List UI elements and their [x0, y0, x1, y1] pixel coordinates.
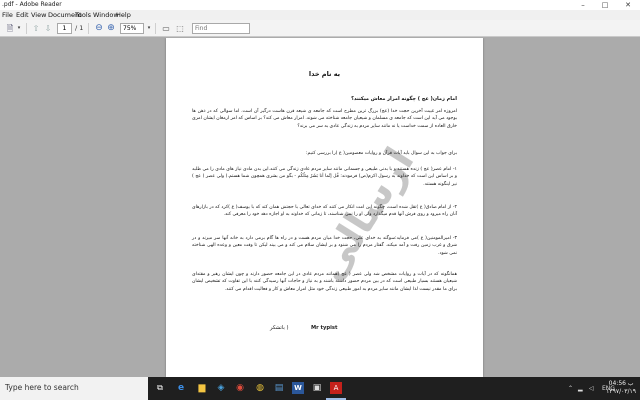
edge-browser-icon[interactable]: e [175, 382, 187, 394]
open-file-icon[interactable]: 🗎 [4, 23, 16, 34]
window-title: .pdf - Adobe Reader [2, 1, 62, 8]
toolbar: 🗎 ▾ ⇧ ⇩ 1 / 1 ⊖ ⊕ 75% ▾ ▭ ⬚ [0, 20, 640, 37]
pdf-page: ارسالی به نام خدا امام زمان( عج ) چگونه … [166, 38, 483, 377]
zoom-level-select[interactable]: 75% [120, 23, 144, 34]
clock-time: 04:56 ب [608, 380, 634, 387]
taskbar-search[interactable]: Type here to search [0, 377, 148, 400]
paragraph-intro: امروزه امر غیبت آخرین حجت خدا (عج) بزرگ … [192, 109, 457, 129]
app-icon-yellow[interactable]: ◍ [254, 382, 266, 394]
minimize-button[interactable]: – [572, 0, 594, 10]
document-viewer[interactable]: ارسالی به نام خدا امام زمان( عج ) چگونه … [0, 38, 640, 377]
fit-width-icon[interactable]: ⬚ [174, 23, 186, 34]
search-placeholder: Type here to search [5, 383, 79, 392]
question-title: امام زمان( عج ) چگونه امرار معاش میکنند؟ [351, 96, 457, 102]
find-box[interactable] [192, 23, 250, 34]
title-bar: .pdf - Adobe Reader – □ ✕ [0, 0, 640, 10]
menu-edit[interactable]: Edit [16, 10, 29, 20]
menu-help[interactable]: Help [116, 10, 131, 20]
file-explorer-icon[interactable]: ▆ [196, 382, 208, 394]
app-icon-red[interactable]: ◉ [234, 382, 246, 394]
task-view-icon[interactable]: ⧉ [154, 382, 166, 394]
menu-window[interactable]: Window [93, 10, 119, 20]
document-heading: به نام خدا [308, 70, 341, 78]
network-icon[interactable]: ▂ [578, 377, 583, 400]
toolbar-separator [155, 23, 156, 34]
toolbar-separator [88, 23, 89, 34]
taskbar: Type here to search ⧉ e ▆ ◈ ◉ ◍ ▤ W ▣ A … [0, 377, 640, 400]
maximize-button[interactable]: □ [594, 0, 616, 10]
find-input[interactable] [193, 24, 241, 33]
menu-file[interactable]: File [2, 10, 13, 20]
list-item-3: ۳- امیرالمومنین( ع )می فرماید:سوگند به خ… [192, 236, 457, 256]
tray-chevron-icon[interactable]: ⌃ [568, 377, 573, 400]
adobe-reader-icon[interactable]: A [330, 382, 342, 394]
paragraph-lead: برای جواب به این سوال باید آیات قرآن و ر… [305, 151, 457, 156]
chevron-down-icon[interactable]: ▾ [146, 23, 152, 34]
previous-page-icon[interactable]: ⇧ [31, 23, 41, 34]
close-button[interactable]: ✕ [617, 0, 639, 10]
next-page-icon[interactable]: ⇩ [43, 23, 53, 34]
zoom-in-icon[interactable]: ⊕ [106, 23, 116, 34]
menu-view[interactable]: View [31, 10, 46, 20]
chevron-down-icon[interactable]: ▾ [16, 23, 22, 34]
word-icon[interactable]: W [292, 382, 304, 394]
clock-date: ۱۳۹۷/۰۳/۱۹ [606, 388, 636, 395]
list-item-2: ۲- از امام صادق( ع )نقل شده است، چگونه ا… [192, 205, 457, 218]
toolbar-separator [26, 23, 27, 34]
volume-icon[interactable]: ◁ [589, 377, 594, 400]
app-icon-gray[interactable]: ▣ [311, 382, 323, 394]
page-number-input[interactable]: 1 [57, 23, 72, 34]
signature-label: باتشکر ) [270, 325, 289, 331]
paragraph-conclusion: همانگونه که در آیات و روایات مشخص شد ولی… [192, 272, 457, 292]
menu-bar: File Edit View Document Tools Window Hel… [0, 10, 640, 20]
zoom-out-icon[interactable]: ⊖ [94, 23, 104, 34]
fit-page-icon[interactable]: ▭ [160, 23, 172, 34]
app-icon-blue[interactable]: ▤ [273, 382, 285, 394]
list-item-1: ۱- امام عصر( عج ) زنده هستند و با بدنی ط… [192, 167, 457, 187]
clock[interactable]: 04:56 ب ۱۳۹۷/۰۳/۱۹ [606, 380, 636, 396]
menu-tools[interactable]: Tools [75, 10, 91, 20]
page-total: / 1 [75, 24, 84, 32]
signature-name: Mr typist [311, 325, 338, 331]
store-icon[interactable]: ◈ [215, 382, 227, 394]
zoom-level-value: 75% [123, 25, 137, 32]
